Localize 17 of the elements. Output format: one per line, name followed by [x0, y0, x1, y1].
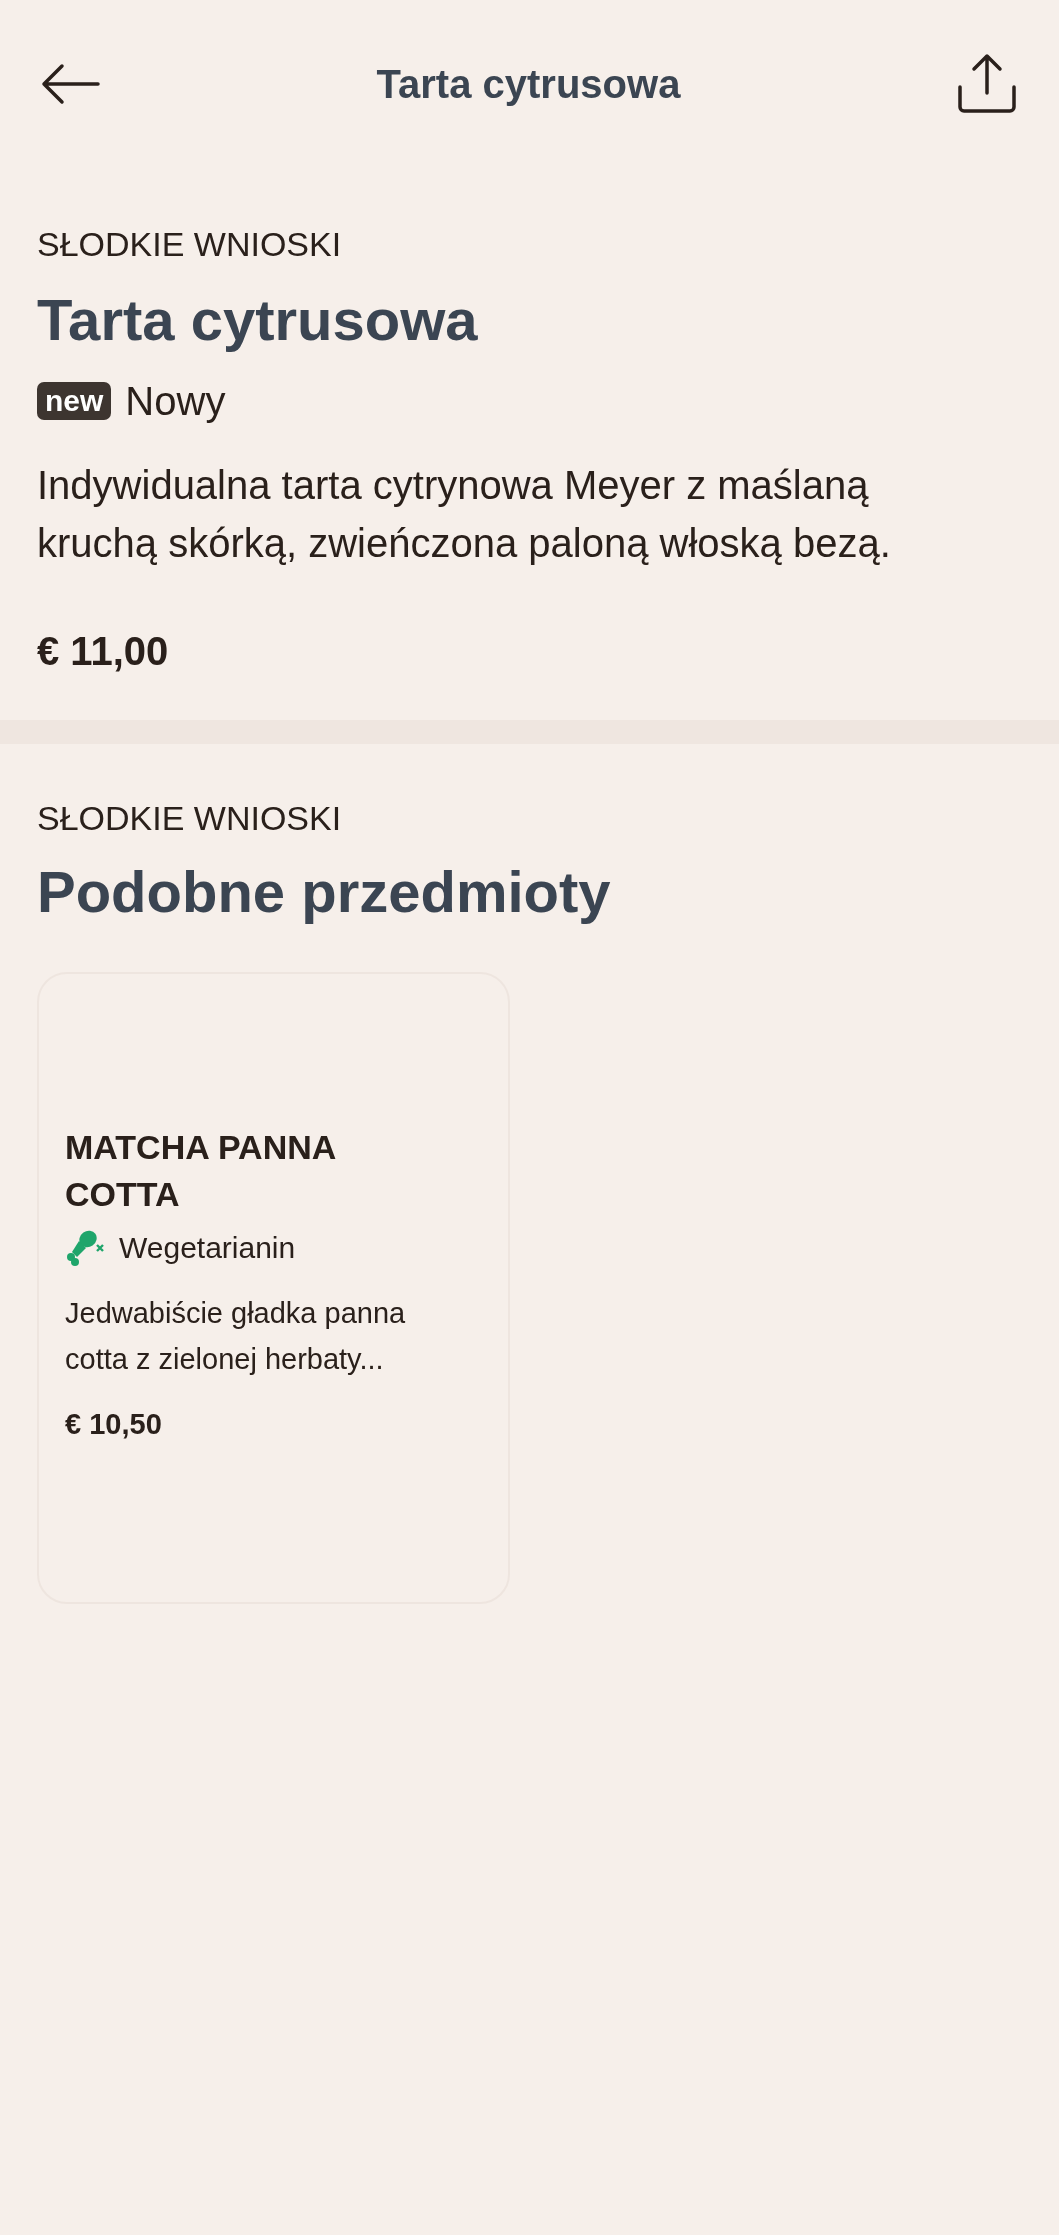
diet-tag-label: Wegetarianin	[119, 1230, 296, 1266]
item-title: Tarta cytrusowa	[37, 286, 479, 354]
share-icon	[956, 53, 1018, 115]
new-badge: new	[37, 382, 112, 420]
section-title: Podobne przedmioty	[37, 858, 612, 926]
product-description: Jedwabiście gładka panna cotta z zielonej herbaty...	[65, 1296, 407, 1377]
back-arrow-icon	[40, 62, 100, 106]
badge-label: Nowy	[125, 378, 226, 425]
product-price: € 10,50	[65, 1407, 163, 1442]
category-label: SŁODKIE WNIOSKI	[37, 798, 343, 839]
page-title: Tarta cytrusowa	[376, 61, 681, 108]
product-name: MATCHA PANNA COTTA	[65, 1127, 337, 1215]
product-card[interactable]: MATCHA PANNA COTTA Wegetarianin Jedwabiście gładka panna cotta z zielonej herbaty... € 10,50	[37, 972, 510, 1604]
item-description: Indywidualna tarta cytrynowa Meyer z maślaną kruchą skórką, zwieńczona paloną włoską bezą.	[37, 462, 892, 567]
category-label: SŁODKIE WNIOSKI	[37, 224, 343, 265]
share-button[interactable]	[955, 52, 1019, 116]
item-price: € 11,00	[37, 628, 170, 675]
